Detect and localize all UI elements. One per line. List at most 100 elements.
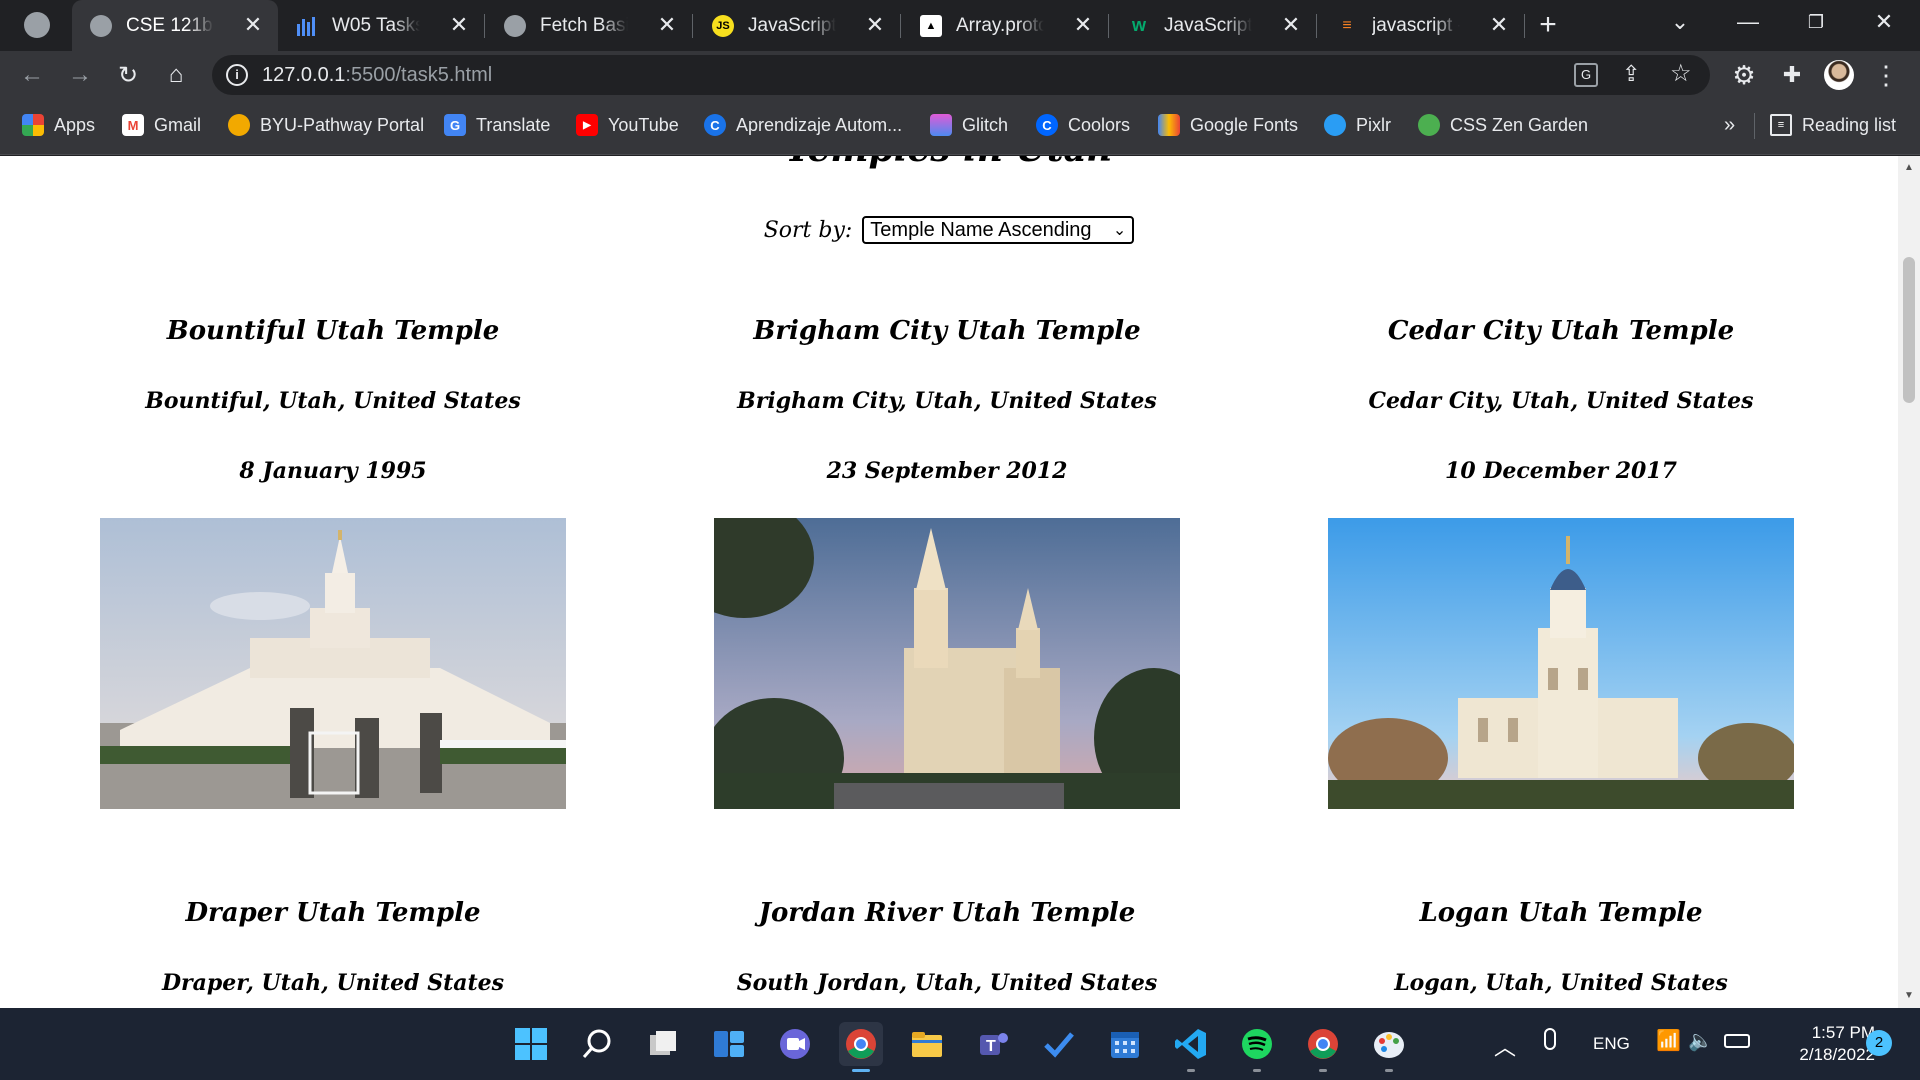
teams-icon[interactable]: T	[971, 1022, 1015, 1066]
bookmark-star-icon[interactable]: ☆	[1670, 59, 1692, 88]
tab-array-prototype[interactable]: ▲ Array.prototy ✕	[902, 0, 1108, 51]
tab-search-icon[interactable]	[24, 12, 50, 38]
scroll-down-arrow-icon[interactable]: ▼	[1903, 990, 1915, 1002]
bookmark-apps[interactable]: Apps	[22, 114, 95, 136]
close-icon[interactable]: ✕	[656, 14, 678, 36]
todo-icon[interactable]	[1037, 1022, 1081, 1066]
close-icon[interactable]: ✕	[1072, 14, 1094, 36]
restore-button[interactable]: ❐	[1782, 0, 1850, 44]
spotify-icon[interactable]	[1235, 1022, 1279, 1072]
temple-photo	[100, 518, 566, 809]
bookmark-youtube[interactable]: ▶ YouTube	[576, 114, 679, 136]
show-hidden-icons-chevron-icon[interactable]: ︿	[1494, 1030, 1516, 1062]
temple-location: Bountiful, Utah, United States	[145, 388, 521, 414]
google-fonts-icon	[1158, 114, 1180, 136]
vscode-icon[interactable]	[1169, 1022, 1213, 1072]
widgets-icon[interactable]	[707, 1022, 751, 1066]
temple-name: Logan Utah Temple	[1419, 898, 1703, 928]
close-icon[interactable]: ✕	[1280, 14, 1302, 36]
menu-kebab-icon[interactable]: ⋮	[1868, 57, 1904, 93]
js-icon: JS	[712, 14, 734, 37]
bookmark-byu-pathway[interactable]: BYU-Pathway Portal	[228, 114, 424, 136]
forward-button[interactable]: →	[62, 57, 98, 93]
translate-icon: G	[444, 114, 466, 136]
bookmark-glitch[interactable]: Glitch	[930, 114, 1008, 136]
clock[interactable]: 1:57 PM 2/18/2022	[1765, 1022, 1875, 1066]
new-tab-button[interactable]: +	[1530, 8, 1566, 44]
scrollbar-thumb[interactable]	[1903, 257, 1915, 403]
chevron-down-icon: ⌄	[1112, 222, 1127, 239]
start-windows-icon[interactable]	[509, 1022, 553, 1066]
share-icon[interactable]: ⇪	[1622, 61, 1640, 87]
battery-icon[interactable]	[1724, 1034, 1750, 1048]
bookmark-translate[interactable]: G Translate	[444, 114, 550, 136]
notification-badge[interactable]: 2	[1866, 1030, 1892, 1056]
apps-grid-icon	[22, 114, 44, 136]
close-window-button[interactable]: ✕	[1850, 0, 1918, 44]
sort-select[interactable]: Temple Name Ascending ⌄	[862, 216, 1135, 244]
more-bookmarks-button[interactable]: »	[1724, 114, 1735, 137]
site-info-icon[interactable]: i	[226, 64, 248, 86]
paint-palette-icon[interactable]	[1367, 1022, 1411, 1072]
url-host: 127.0.0.1	[262, 64, 346, 86]
tab-javascript-arrays[interactable]: w JavaScript Arr ✕	[1110, 0, 1316, 51]
language-indicator[interactable]: ENG	[1593, 1034, 1630, 1054]
profile-avatar[interactable]	[1824, 60, 1854, 90]
tab-cse121b[interactable]: CSE 121b: We ✕	[72, 0, 278, 51]
bookmark-label: Google Fonts	[1190, 114, 1299, 135]
bookmark-label: YouTube	[608, 114, 679, 135]
teams-chat-icon[interactable]	[773, 1022, 817, 1066]
microphone-icon[interactable]	[1544, 1028, 1556, 1050]
file-explorer-icon[interactable]	[905, 1022, 949, 1066]
tab-fetch-basics[interactable]: Fetch Basics - ✕	[486, 0, 692, 51]
bookmark-pixlr[interactable]: Pixlr	[1324, 114, 1391, 136]
extension-gear-icon[interactable]: ⚙	[1726, 57, 1762, 93]
search-icon[interactable]	[575, 1022, 619, 1066]
task-view-icon[interactable]	[641, 1022, 685, 1066]
reading-list-button[interactable]: ≡ Reading list	[1770, 114, 1896, 136]
bookmark-google-fonts[interactable]: Google Fonts	[1158, 114, 1298, 136]
bookmarks-bar: Apps M Gmail BYU-Pathway Portal G Transl…	[0, 99, 1920, 155]
wifi-icon[interactable]: 📶	[1656, 1028, 1681, 1053]
temple-dedication-date: 10 December 2017	[1445, 458, 1677, 484]
close-icon[interactable]: ✕	[448, 14, 470, 36]
globe-icon	[504, 14, 526, 37]
bookmark-aprendizaje[interactable]: C Aprendizaje Autom...	[704, 114, 902, 136]
close-icon[interactable]: ✕	[242, 14, 264, 36]
tab-title: CSE 121b: We	[126, 14, 214, 36]
tab-w05-tasks[interactable]: W05 Tasks ✕	[278, 0, 484, 51]
temple-location: Draper, Utah, United States	[161, 970, 505, 996]
temple-location: Cedar City, Utah, United States	[1368, 388, 1754, 414]
address-bar[interactable]: i 127.0.0.1:5500/task5.html G ⇪ ☆	[212, 55, 1710, 95]
bookmark-coolors[interactable]: C Coolors	[1036, 114, 1130, 136]
chrome-profile-icon[interactable]	[1301, 1022, 1345, 1072]
page-scrollbar[interactable]: ▲ ▼	[1898, 156, 1920, 1008]
tab-stackoverflow[interactable]: ≡ javascript - ac ✕	[1318, 0, 1524, 51]
tab-title: Array.prototy	[956, 14, 1044, 36]
translate-page-icon[interactable]: G	[1574, 63, 1598, 87]
tab-search-dropdown-icon[interactable]: ⌄	[1646, 0, 1714, 44]
gmail-icon: M	[122, 114, 144, 136]
windows-taskbar: T ︿ ENG 📶 🔈 1:57 PM 2/18/2022 2	[0, 1008, 1920, 1080]
extensions-puzzle-icon[interactable]: ✚	[1774, 57, 1810, 93]
home-button[interactable]: ⌂	[158, 57, 194, 93]
volume-icon[interactable]: 🔈	[1688, 1028, 1713, 1053]
close-icon[interactable]: ✕	[1488, 14, 1510, 36]
reload-button[interactable]: ↻	[110, 57, 146, 93]
scroll-up-arrow-icon[interactable]: ▲	[1903, 162, 1915, 174]
temple-location: Logan, Utah, United States	[1394, 970, 1728, 996]
back-button[interactable]: ←	[14, 57, 50, 93]
calendar-icon[interactable]	[1103, 1022, 1147, 1066]
minimize-button[interactable]: —	[1714, 0, 1782, 44]
tab-javascript-fetch[interactable]: JS JavaScript Fet ✕	[694, 0, 900, 51]
pixlr-icon	[1324, 114, 1346, 136]
chrome-icon[interactable]	[839, 1022, 883, 1072]
close-icon[interactable]: ✕	[864, 14, 886, 36]
bookmark-gmail[interactable]: M Gmail	[122, 114, 201, 136]
bookmark-label: CSS Zen Garden	[1450, 114, 1589, 135]
url-text: 127.0.0.1:5500/task5.html	[262, 64, 492, 87]
temple-dedication-date: 8 January 1995	[239, 458, 427, 484]
temple-card: Brigham City Utah Temple Brigham City, U…	[714, 316, 1180, 809]
bookmark-css-zen-garden[interactable]: CSS Zen Garden	[1418, 114, 1588, 136]
temple-card: Cedar City Utah Temple Cedar City, Utah,…	[1328, 316, 1794, 809]
